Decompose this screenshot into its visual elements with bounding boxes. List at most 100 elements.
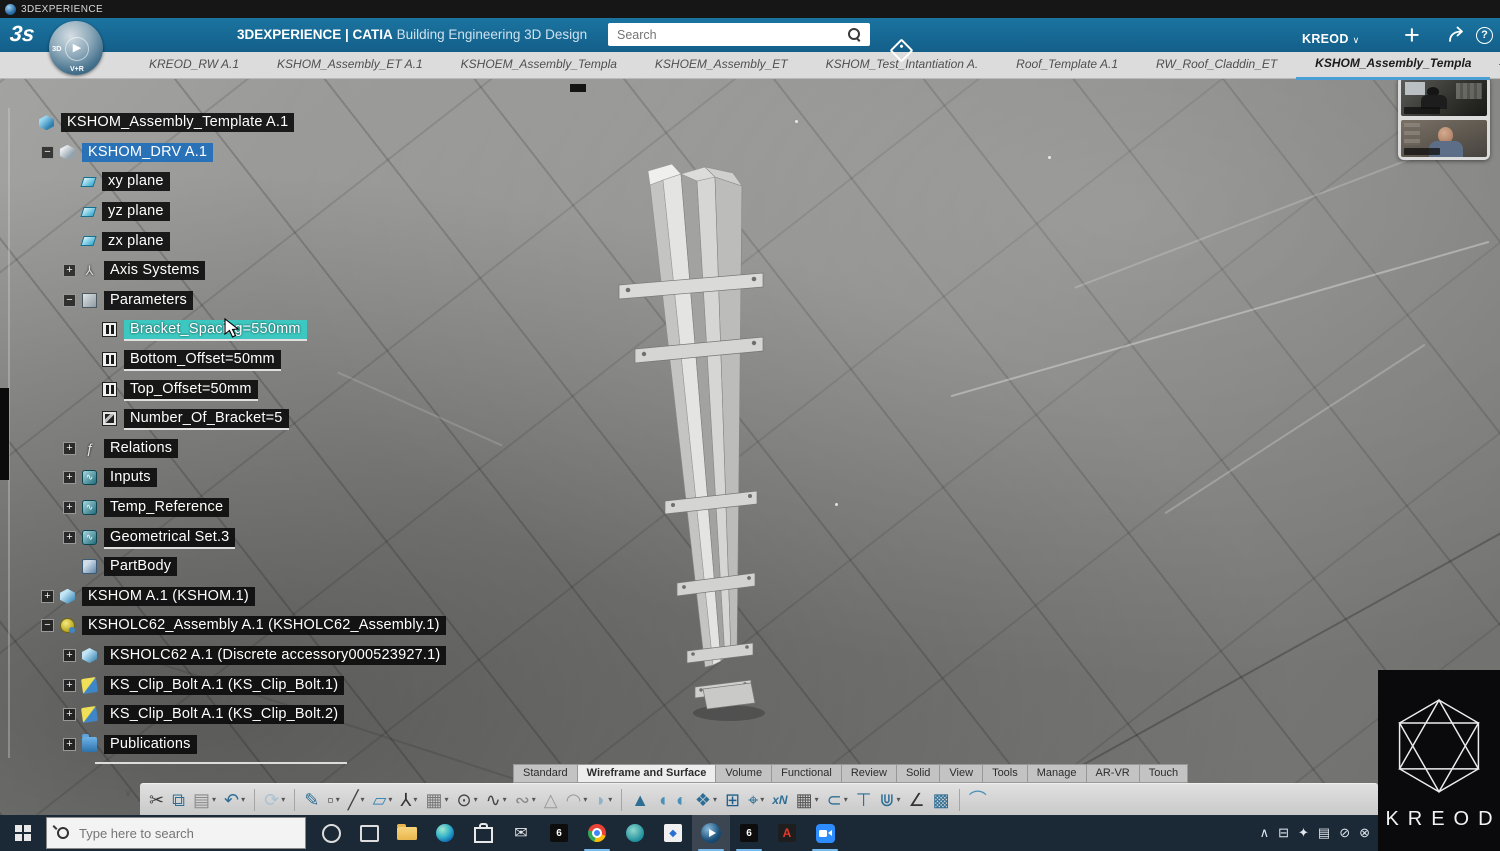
spline-icon[interactable]: ∿▾ <box>483 786 510 814</box>
tree-item-temp-reference[interactable]: +Temp_Reference <box>6 493 446 523</box>
app-white-taskbar-icon[interactable]: ◆ <box>654 815 692 851</box>
instantiate-xn-icon[interactable]: xN <box>769 786 790 814</box>
document-tab-kshoem-assembly-et[interactable]: KSHOEM_Assembly_ET <box>636 52 807 78</box>
dropdown-arrow-icon[interactable]: ▾ <box>760 795 764 804</box>
rhino-6-taskbar-icon[interactable]: 6 <box>540 815 578 851</box>
expand-plus-icon[interactable]: + <box>63 738 76 751</box>
workbench-tab-functional[interactable]: Functional <box>771 764 841 783</box>
workbench-tab-touch[interactable]: Touch <box>1139 764 1188 783</box>
dropdown-arrow-icon[interactable]: ▾ <box>413 795 417 804</box>
dropdown-arrow-icon[interactable]: ▾ <box>844 795 848 804</box>
paste-icon[interactable]: ▤▾ <box>190 786 219 814</box>
3dexperience-compass[interactable]: ▶ 3D V+R <box>49 21 103 75</box>
tree-item-publications[interactable]: +Publications <box>6 729 446 759</box>
workbench-tab-solid[interactable]: Solid <box>896 764 939 783</box>
expand-plus-icon[interactable]: + <box>41 590 54 603</box>
update-icon[interactable]: ⟳▾ <box>261 786 288 814</box>
document-tab-rw-roof-claddin-et[interactable]: RW_Roof_Claddin_ET <box>1137 52 1296 78</box>
extrude-surface-icon[interactable]: △ <box>541 786 561 814</box>
tree-item-kshom-assembly-template-a-1[interactable]: KSHOM_Assembly_Template A.1 <box>6 108 446 138</box>
multi-section-surface-icon[interactable]: ◗▾ <box>592 786 615 814</box>
grid-icon[interactable]: ▦▾ <box>422 786 451 814</box>
dropdown-arrow-icon[interactable]: ▾ <box>503 795 507 804</box>
display-settings-icon[interactable]: ⊟ <box>1278 825 1289 841</box>
dropdown-arrow-icon[interactable]: ▾ <box>388 795 392 804</box>
task-view-taskbar-icon[interactable] <box>350 815 388 851</box>
tree-item-top-offset-50mm[interactable]: Top_Offset=50mm <box>6 374 446 404</box>
line-icon[interactable]: ╱▾ <box>345 786 368 814</box>
tree-item-zx-plane[interactable]: zx plane <box>6 226 446 256</box>
expand-plus-icon[interactable]: + <box>63 531 76 544</box>
expand-minus-icon[interactable]: − <box>63 294 76 307</box>
tree-item-inputs[interactable]: +Inputs <box>6 463 446 493</box>
add-content-button[interactable]: + <box>1404 20 1420 51</box>
dropdown-arrow-icon[interactable]: ▾ <box>474 795 478 804</box>
document-tab-kshom-assembly-templa[interactable]: KSHOM_Assembly_Templa <box>1296 51 1490 80</box>
document-tab-kshoem-assembly-templa[interactable]: KSHOEM_Assembly_Templa <box>442 52 636 78</box>
expand-plus-icon[interactable]: + <box>63 708 76 721</box>
cut-icon[interactable]: ✂ <box>146 786 167 814</box>
circle-icon[interactable]: ⊙▾ <box>453 786 480 814</box>
document-tab-kreod-rw-a-1[interactable]: KREOD_RW A.1 <box>130 52 258 78</box>
tree-item-ks-clip-bolt-a-1-ks-clip-bolt-1[interactable]: +KS_Clip_Bolt A.1 (KS_Clip_Bolt.1) <box>6 670 446 700</box>
develop-icon[interactable]: ⊤ <box>853 786 875 814</box>
copy-icon[interactable]: ⧉ <box>169 786 188 814</box>
cortana-taskbar-icon[interactable] <box>312 815 350 851</box>
new-tab-button[interactable]: + <box>1490 52 1500 78</box>
workbench-tab-volume[interactable]: Volume <box>715 764 771 783</box>
sweep-surface-icon[interactable]: ◠▾ <box>563 786 591 814</box>
tree-item-relations[interactable]: +Relations <box>6 434 446 464</box>
acrobat-taskbar-icon[interactable]: A <box>768 815 806 851</box>
tree-item-kshom-drv-a-1[interactable]: −KSHOM_DRV A.1 <box>6 138 446 168</box>
rhino-6-2-taskbar-icon[interactable]: 6 <box>730 815 768 851</box>
expand-plus-icon[interactable]: + <box>63 442 76 455</box>
dropdown-arrow-icon[interactable]: ▾ <box>532 795 536 804</box>
tree-item-ksholc62-assembly-a-1-ksholc62-assembly-1[interactable]: −KSHOLC62_Assembly A.1 (KSHOLC62_Assembl… <box>6 611 446 641</box>
workbench-tab-manage[interactable]: Manage <box>1027 764 1086 783</box>
tab-scroll-handle[interactable] <box>570 84 586 92</box>
edge-taskbar-icon[interactable] <box>426 815 464 851</box>
chrome-taskbar-icon[interactable] <box>578 815 616 851</box>
app-teal-taskbar-icon[interactable] <box>616 815 654 851</box>
mail-taskbar-icon[interactable]: ✉ <box>502 815 540 851</box>
tree-item-bottom-offset-50mm[interactable]: Bottom_Offset=50mm <box>6 345 446 375</box>
search-icon[interactable] <box>848 28 860 40</box>
expand-plus-icon[interactable]: + <box>63 679 76 692</box>
taskbar-search-box[interactable] <box>46 817 306 849</box>
tree-item-ksholc62-a-1-discrete-accessory000523927-1[interactable]: +KSHOLC62 A.1 (Discrete accessory0005239… <box>6 641 446 671</box>
tree-item-xy-plane[interactable]: xy plane <box>6 167 446 197</box>
help-button[interactable]: ? <box>1476 27 1493 44</box>
component-grid-icon[interactable]: ▦▾ <box>793 786 822 814</box>
zoom-box-icon[interactable]: ⌖▾ <box>745 786 767 814</box>
workbench-tab-view[interactable]: View <box>939 764 982 783</box>
compass-play-icon[interactable]: ▶ <box>65 37 89 61</box>
undo-icon[interactable]: ↶▾ <box>221 786 248 814</box>
dropdown-arrow-icon[interactable]: ▾ <box>212 795 216 804</box>
workbench-tab-review[interactable]: Review <box>841 764 896 783</box>
wrap-surface-icon[interactable]: ⊂▾ <box>824 786 851 814</box>
plane-icon[interactable]: ▱▾ <box>370 786 396 814</box>
tray-expand-icon[interactable]: ∧ <box>1260 825 1270 841</box>
tree-item-number-of-bracket-5[interactable]: Number_Of_Bracket=5 <box>6 404 446 434</box>
document-tab-kshom-assembly-et-a-1[interactable]: KSHOM_Assembly_ET A.1 <box>258 52 442 78</box>
tree-item-parameters[interactable]: −Parameters <box>6 286 446 316</box>
dropdown-arrow-icon[interactable]: ▾ <box>281 795 285 804</box>
global-search-box[interactable] <box>608 23 870 46</box>
tree-item-partbody[interactable]: PartBody <box>6 552 446 582</box>
tree-item-geometrical-set-3[interactable]: +Geometrical Set.3 <box>6 522 446 552</box>
shape-morphing-icon[interactable]: ❖▾ <box>692 786 720 814</box>
zoom-taskbar-icon[interactable] <box>806 815 844 851</box>
dropdown-arrow-icon[interactable]: ▾ <box>444 795 448 804</box>
fill-surface-icon[interactable]: ◖ <box>654 786 671 814</box>
dropdown-arrow-icon[interactable]: ▾ <box>361 795 365 804</box>
3dexperience-taskbar-icon[interactable] <box>692 815 730 851</box>
file-explorer-taskbar-icon[interactable] <box>388 815 426 851</box>
global-search-input[interactable] <box>608 23 905 46</box>
dropdown-arrow-icon[interactable]: ▾ <box>815 795 819 804</box>
bend-icon[interactable]: ⌒ <box>966 786 990 814</box>
helix-icon[interactable]: ∾▾ <box>512 786 539 814</box>
share-button[interactable] <box>1447 26 1467 48</box>
dropdown-arrow-icon[interactable]: ▾ <box>241 795 245 804</box>
axis-system-icon[interactable]: ⅄▾ <box>397 786 420 814</box>
expand-minus-icon[interactable]: − <box>41 146 54 159</box>
